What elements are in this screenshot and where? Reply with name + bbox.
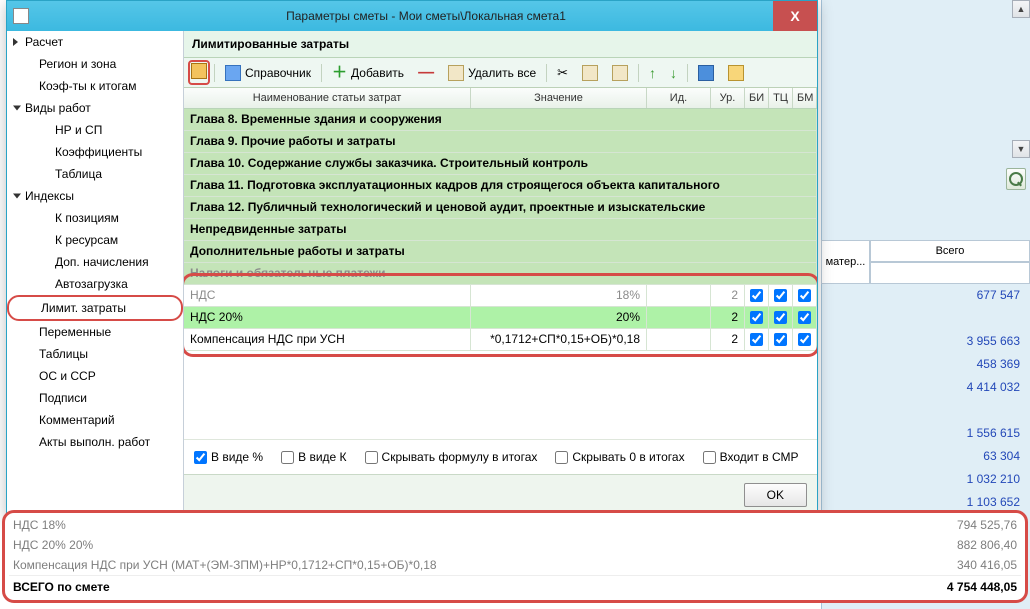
plus-icon: ＋ [332,66,347,80]
chk-bm[interactable] [798,311,811,324]
tree-item[interactable]: Регион и зона [7,53,183,75]
titlebar[interactable]: Параметры сметы - Мои сметы\Локальная см… [7,1,817,31]
ok-button[interactable]: OK [744,483,807,507]
tree-item[interactable]: Виды работ [7,97,183,119]
chapter-row[interactable]: Глава 12. Публичный технологический и це… [184,197,817,219]
opt-smr[interactable]: Входит в СМР [703,450,799,464]
summary-row: Компенсация НДС при УСН (МАТ+(ЭМ-ЗПМ)+НР… [9,555,1021,575]
col-id[interactable]: Ид. [647,88,711,108]
col-bm[interactable]: БМ [793,88,817,108]
toolbar: Справочник ＋Добавить ― Удалить все ✂ ↑ ↓ [184,58,817,88]
tree-item[interactable]: Подписи [7,387,183,409]
chk-tc[interactable] [774,333,787,346]
chapter-row[interactable]: Глава 10. Содержание службы заказчика. С… [184,153,817,175]
tree-item[interactable]: Таблицы [7,343,183,365]
scroll-up-icon[interactable]: ▲ [1012,0,1030,18]
window-title: Параметры сметы - Мои сметы\Локальная см… [35,9,817,23]
arrow-down-icon: ↓ [670,65,677,81]
folder-icon [728,65,744,81]
chapter-row[interactable]: Глава 8. Временные здания и сооружения [184,109,817,131]
scissors-icon: ✂ [557,65,568,81]
tree-item[interactable]: Переменные [7,321,183,343]
chk-bm[interactable] [798,289,811,302]
chk-bi[interactable] [750,311,763,324]
add-button[interactable]: ＋Добавить [326,63,410,83]
page-delete-icon [448,65,464,81]
scroll-down-icon[interactable]: ▼ [1012,140,1030,158]
delete-all-button[interactable]: Удалить все [442,62,542,84]
paste-button[interactable] [606,62,634,84]
summary-row: НДС 20% 20%882 806,40 [9,535,1021,555]
panel-title: Лимитированные затраты [184,31,817,58]
dialog: Параметры сметы - Мои сметы\Локальная см… [6,0,818,516]
move-up-button[interactable]: ↑ [643,62,662,84]
copy-icon [582,65,598,81]
opt-coef[interactable]: В виде К [281,450,346,464]
summary-total: ВСЕГО по смете4 754 448,05 [9,575,1021,600]
table-row[interactable]: НДС 20%20%2 [184,307,817,329]
open-button[interactable] [722,62,750,84]
col-all-sub [870,262,1030,284]
tree-item[interactable]: Лимит. затраты [7,295,183,321]
tree-item[interactable]: Автозагрузка [7,273,183,295]
search-button[interactable] [1006,168,1026,190]
summary-box: НДС 18%794 525,76 НДС 20% 20%882 806,40 … [2,510,1028,603]
tree-item[interactable]: Расчет [7,31,183,53]
summary-row: НДС 18%794 525,76 [9,515,1021,535]
cut-button[interactable]: ✂ [551,62,574,84]
reference-button[interactable]: Справочник [219,62,317,84]
col-bi[interactable]: БИ [745,88,769,108]
col-all[interactable]: Всего [870,240,1030,262]
table-row[interactable]: НДС18%2 [184,285,817,307]
minus-icon: ― [418,67,434,79]
bg-values: 677 547 3 955 663 458 369 4 414 032 1 55… [822,284,1022,514]
tree-item[interactable]: Индексы [7,185,183,207]
tree-item[interactable]: К позициям [7,207,183,229]
chk-bi[interactable] [750,289,763,302]
move-down-button[interactable]: ↓ [664,62,683,84]
app-icon [13,8,29,24]
grid[interactable]: Глава 8. Временные здания и сооруженияГл… [184,109,817,439]
remove-button[interactable]: ― [412,64,440,82]
copy-button[interactable] [576,62,604,84]
bg-table-header: матер... Всего [821,240,1030,284]
tree-item[interactable]: Комментарий [7,409,183,431]
tree-item[interactable]: НР и СП [7,119,183,141]
opt-hide-zero[interactable]: Скрывать 0 в итогах [555,450,684,464]
col-mater[interactable]: матер... [821,240,870,284]
sidebar[interactable]: РасчетРегион и зонаКоэф-ты к итогамВиды … [7,31,184,515]
chapter-row[interactable]: Налоги и обязательные платежи [184,263,817,285]
tree-item[interactable]: Коэффициенты [7,141,183,163]
col-ur[interactable]: Ур. [711,88,745,108]
arrow-up-icon: ↑ [649,65,656,81]
tree-item[interactable]: ОС и ССР [7,365,183,387]
chk-tc[interactable] [774,311,787,324]
tree-item[interactable]: Доп. начисления [7,251,183,273]
tree-item[interactable]: Таблица [7,163,183,185]
col-name[interactable]: Наименование статьи затрат [184,88,471,108]
tree-item[interactable]: К ресурсам [7,229,183,251]
chapter-row[interactable]: Дополнительные работы и затраты [184,241,817,263]
close-icon[interactable]: X [773,1,817,31]
chapter-row[interactable]: Глава 9. Прочие работы и затраты [184,131,817,153]
col-tc[interactable]: ТЦ [769,88,793,108]
book-icon [225,65,241,81]
options-row: В виде % В виде К Скрывать формулу в ито… [184,439,817,474]
paste-icon [612,65,628,81]
table-row[interactable]: Компенсация НДС при УСН*0,1712+СП*0,15+О… [184,329,817,351]
tree-item[interactable]: Акты выполн. работ [7,431,183,453]
col-value[interactable]: Значение [471,88,647,108]
tree-item[interactable]: Коэф-ты к итогам [7,75,183,97]
save-icon [698,65,714,81]
grid-header: Наименование статьи затрат Значение Ид. … [184,88,817,109]
opt-percent[interactable]: В виде % [194,450,263,464]
opt-hide-formula[interactable]: Скрывать формулу в итогах [365,450,538,464]
save-button[interactable] [692,62,720,84]
chk-bi[interactable] [750,333,763,346]
toggle-mode-button[interactable] [188,60,210,85]
chapter-row[interactable]: Непредвиденные затраты [184,219,817,241]
chk-bm[interactable] [798,333,811,346]
chapter-row[interactable]: Глава 11. Подготовка эксплуатационных ка… [184,175,817,197]
chk-tc[interactable] [774,289,787,302]
